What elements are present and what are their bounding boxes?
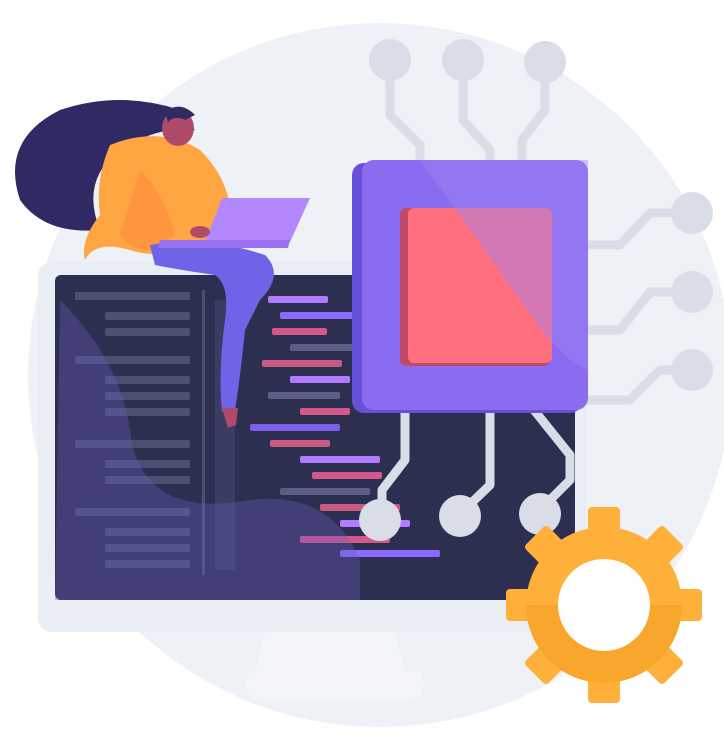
monitor-stand: [255, 632, 405, 672]
processor-chip-icon: [352, 160, 588, 413]
monitor-base: [246, 672, 424, 700]
circuit-right-nodes: [671, 192, 713, 391]
illustration-canvas: [15, 23, 724, 727]
gear-icon: [506, 507, 702, 703]
circuit-top-nodes: [369, 39, 566, 83]
